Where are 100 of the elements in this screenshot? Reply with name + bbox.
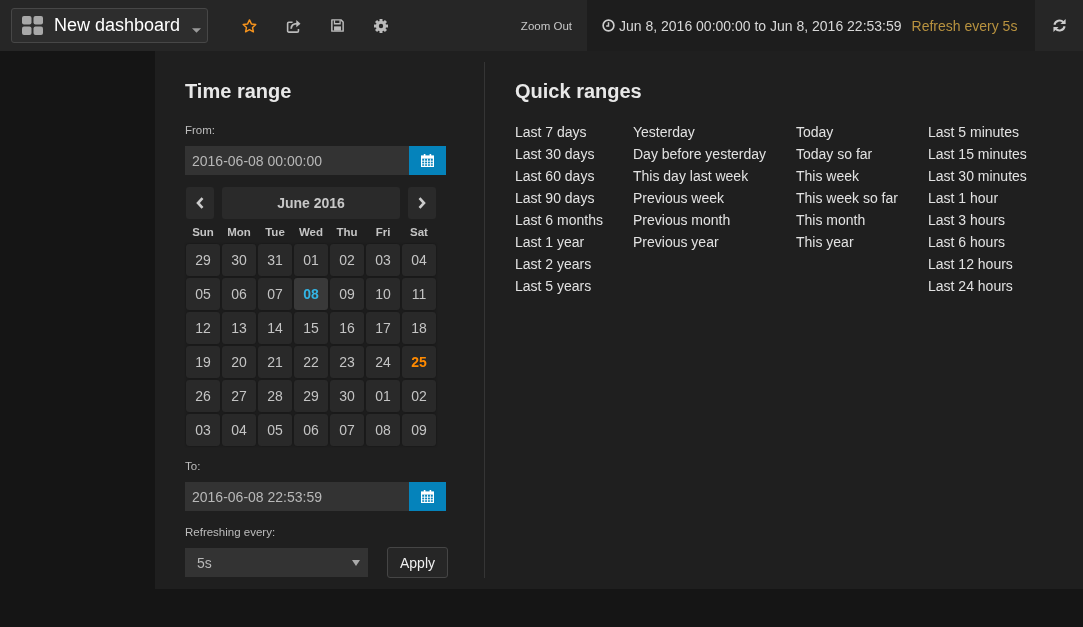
calendar-day[interactable]: 09 xyxy=(330,278,364,310)
calendar-day[interactable]: 12 xyxy=(186,312,220,344)
calendar-day[interactable]: 22 xyxy=(294,346,328,378)
calendar-day[interactable]: 06 xyxy=(222,278,256,310)
calendar-button[interactable] xyxy=(409,482,446,511)
calendar-icon xyxy=(421,490,434,503)
quick-range-link[interactable]: Last 5 minutes xyxy=(928,121,1020,143)
quick-range-link[interactable]: Last 1 hour xyxy=(928,187,999,209)
calendar-day[interactable]: 19 xyxy=(186,346,220,378)
quick-range-link[interactable]: Last 6 months xyxy=(515,209,603,231)
refresh-icon xyxy=(1051,18,1067,33)
chevron-right-icon xyxy=(418,197,426,209)
weekday-label: Sun xyxy=(192,225,214,240)
calendar-day[interactable]: 30 xyxy=(222,244,256,276)
calendar-day[interactable]: 08 xyxy=(294,278,328,310)
quick-range-link[interactable]: Last 30 days xyxy=(515,143,595,165)
quick-range-link[interactable]: Last 90 days xyxy=(515,187,595,209)
calendar-day[interactable]: 23 xyxy=(330,346,364,378)
quick-range-link[interactable]: This week xyxy=(796,165,860,187)
calendar-day[interactable]: 03 xyxy=(366,244,400,276)
quick-range-link[interactable]: Today so far xyxy=(796,143,873,165)
quick-range-link[interactable]: Last 1 year xyxy=(515,231,585,253)
section-title: Time range xyxy=(185,79,292,103)
calendar-day[interactable]: 04 xyxy=(222,414,256,446)
calendar-day[interactable]: 31 xyxy=(258,244,292,276)
calendar-day[interactable]: 14 xyxy=(258,312,292,344)
quick-range-link[interactable]: Today xyxy=(796,121,834,143)
field-label: From: xyxy=(185,123,216,138)
section-title: Quick ranges xyxy=(515,79,642,103)
calendar-day[interactable]: 08 xyxy=(366,414,400,446)
month-title-button[interactable]: June 2016 xyxy=(222,187,400,219)
calendar-day[interactable]: 24 xyxy=(366,346,400,378)
calendar-day[interactable]: 01 xyxy=(294,244,328,276)
calendar-day[interactable]: 07 xyxy=(330,414,364,446)
calendar-day[interactable]: 05 xyxy=(186,278,220,310)
quick-range-link[interactable]: Last 7 days xyxy=(515,121,587,143)
calendar-day[interactable]: 03 xyxy=(186,414,220,446)
calendar-day[interactable]: 10 xyxy=(366,278,400,310)
quick-range-link[interactable]: This day last week xyxy=(633,165,749,187)
quick-range-link[interactable]: Last 60 days xyxy=(515,165,595,187)
quick-range-link[interactable]: Yesterday xyxy=(633,121,695,143)
calendar-day[interactable]: 02 xyxy=(330,244,364,276)
time-picker-button[interactable]: Jun 8, 2016 00:00:00 to Jun 8, 2016 22:53:59 Refresh every 5s xyxy=(587,0,1035,51)
calendar-day[interactable]: 26 xyxy=(186,380,220,412)
calendar-day[interactable]: 02 xyxy=(402,380,436,412)
grid-icon xyxy=(22,16,43,35)
calendar-day[interactable]: 11 xyxy=(402,278,436,310)
weekday-label: Mon xyxy=(227,225,251,240)
quick-range-link[interactable]: Previous week xyxy=(633,187,725,209)
quick-range-link[interactable]: Last 15 minutes xyxy=(928,143,1027,165)
quick-range-link[interactable]: Last 5 years xyxy=(515,275,592,297)
settings-icon xyxy=(374,18,388,33)
quick-range-link[interactable]: This week so far xyxy=(796,187,898,209)
quick-range-link[interactable]: Day before yesterday xyxy=(633,143,767,165)
date-input[interactable]: 2016-06-08 22:53:59 xyxy=(185,482,409,511)
share-icon xyxy=(285,18,301,33)
calendar-day[interactable]: 07 xyxy=(258,278,292,310)
calendar-day[interactable]: 01 xyxy=(366,380,400,412)
calendar-day[interactable]: 29 xyxy=(186,244,220,276)
calendar-day[interactable]: 16 xyxy=(330,312,364,344)
calendar-day[interactable]: 25 xyxy=(402,346,436,378)
quick-range-link[interactable]: Previous month xyxy=(633,209,731,231)
calendar-day[interactable]: 21 xyxy=(258,346,292,378)
weekday-label: Wed xyxy=(298,225,324,240)
weekday-label: Sat xyxy=(410,225,428,240)
caret-down-icon xyxy=(192,28,202,33)
quick-range-link[interactable]: Previous year xyxy=(633,231,719,253)
calendar-day[interactable]: 09 xyxy=(402,414,436,446)
calendar-day[interactable]: 29 xyxy=(294,380,328,412)
calendar-day[interactable]: 28 xyxy=(258,380,292,412)
calendar-day[interactable]: 05 xyxy=(258,414,292,446)
calendar-day[interactable]: 18 xyxy=(402,312,436,344)
calendar-day[interactable]: 17 xyxy=(366,312,400,344)
next-month-button[interactable] xyxy=(408,187,436,219)
calendar-day[interactable]: 13 xyxy=(222,312,256,344)
calendar-day[interactable]: 20 xyxy=(222,346,256,378)
previous-month-button[interactable] xyxy=(186,187,214,219)
date-input[interactable]: 2016-06-08 00:00:00 xyxy=(185,146,409,175)
quick-range-link[interactable]: Last 2 years xyxy=(515,253,592,275)
dashboard-picker-button[interactable]: New dashboard xyxy=(11,8,208,43)
caret-down-icon xyxy=(352,559,360,566)
quick-range-link[interactable]: Last 30 minutes xyxy=(928,165,1027,187)
calendar-day[interactable]: 15 xyxy=(294,312,328,344)
field-label: To: xyxy=(185,459,201,474)
star-icon xyxy=(241,18,257,33)
clock-icon xyxy=(602,19,615,32)
calendar-day[interactable]: 27 xyxy=(222,380,256,412)
quick-range-link[interactable]: Last 3 hours xyxy=(928,209,1006,231)
calendar-day[interactable]: 04 xyxy=(402,244,436,276)
quick-range-link[interactable]: This month xyxy=(796,209,866,231)
quick-range-link[interactable]: Last 24 hours xyxy=(928,275,1013,297)
weekday-label: Tue xyxy=(265,225,285,240)
refresh-interval-dropdown[interactable]: 5s xyxy=(185,548,368,577)
calendar-day[interactable]: 30 xyxy=(330,380,364,412)
quick-range-link[interactable]: This year xyxy=(796,231,854,253)
quick-range-link[interactable]: Last 6 hours xyxy=(928,231,1006,253)
apply-button[interactable]: Apply xyxy=(387,547,448,578)
quick-range-link[interactable]: Last 12 hours xyxy=(928,253,1013,275)
calendar-day[interactable]: 06 xyxy=(294,414,328,446)
calendar-button[interactable] xyxy=(409,146,446,175)
